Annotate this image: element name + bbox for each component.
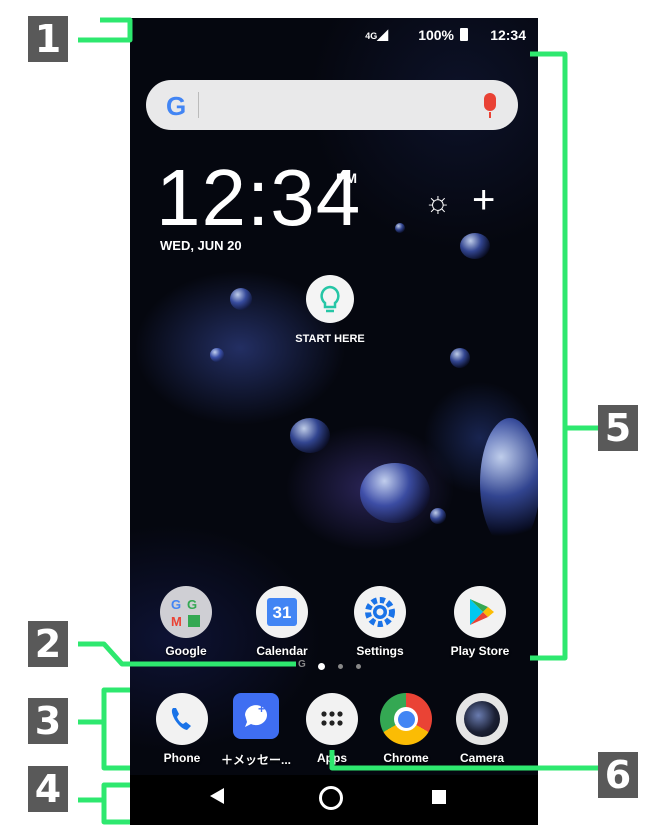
callout-2: 2 [28, 621, 68, 667]
callout-1: 1 [28, 16, 68, 62]
callout-line-5 [530, 51, 600, 661]
callout-3: 3 [28, 698, 68, 744]
callout-line-3 [78, 687, 130, 771]
callout-line-6 [329, 750, 600, 771]
callout-5: 5 [598, 405, 638, 451]
callout-line-2 [78, 641, 296, 667]
callout-lines [78, 17, 600, 825]
callout-6: 6 [598, 752, 638, 798]
callout-line-4 [78, 782, 130, 825]
callout-line-1 [78, 17, 133, 43]
callout-4: 4 [28, 766, 68, 812]
